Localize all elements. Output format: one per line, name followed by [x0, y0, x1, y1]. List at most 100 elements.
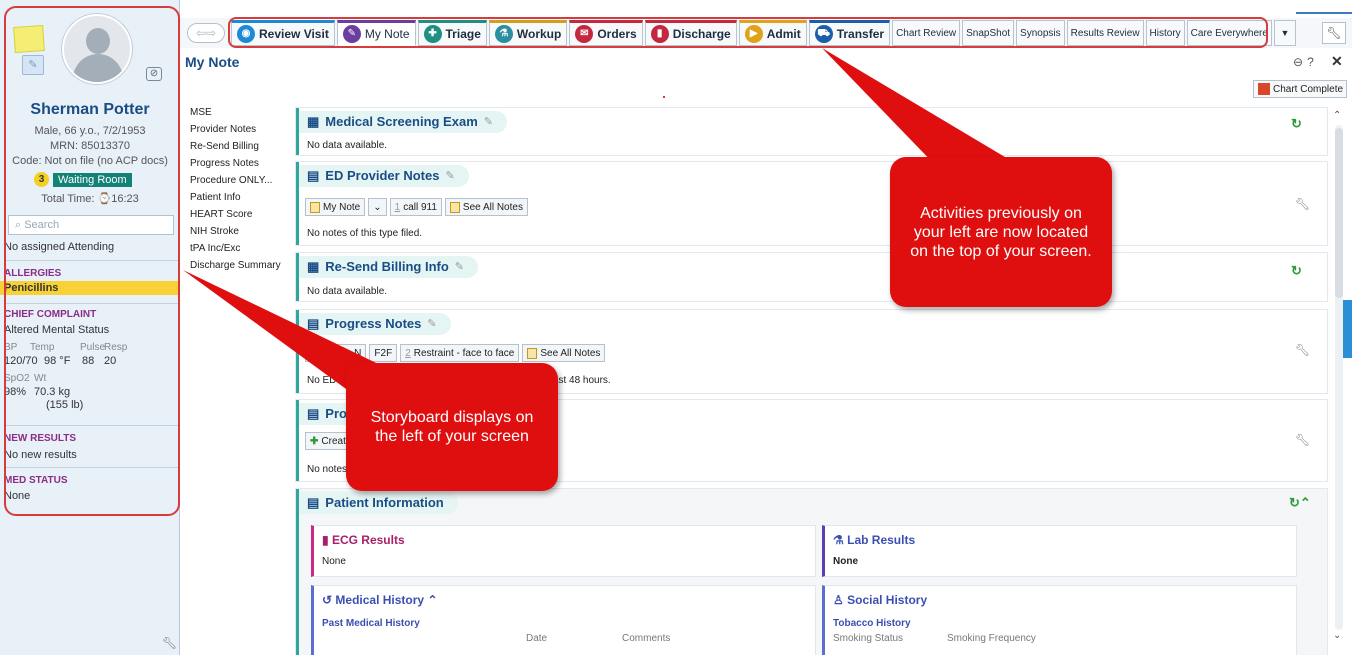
- pulse-value: 88: [82, 355, 95, 367]
- restraint-button[interactable]: 2 Restraint - face to face: [400, 344, 520, 362]
- side-panel-toggle[interactable]: [1343, 300, 1352, 358]
- section-header[interactable]: ▤ Patient Information: [299, 492, 458, 514]
- allergies-heading[interactable]: ALLERGIES: [4, 268, 61, 279]
- panel-header[interactable]: ⚗ Lab Results: [833, 533, 915, 547]
- nav-item-procedure-only[interactable]: Procedure ONLY...: [190, 172, 281, 189]
- ecg-icon: ▮: [322, 533, 329, 547]
- tab-review-visit[interactable]: ◉ Review Visit: [231, 20, 335, 46]
- nav-item-progress-notes[interactable]: Progress Notes: [190, 155, 281, 172]
- med-status-heading[interactable]: MED STATUS: [4, 475, 68, 486]
- wrench-icon[interactable]: 🔧︎: [1295, 197, 1310, 211]
- marker-dot: [663, 96, 665, 98]
- panel-header[interactable]: ♙ Social History: [833, 593, 927, 607]
- nav-item-mse[interactable]: MSE: [190, 104, 281, 121]
- ad-hoc-note-icon[interactable]: ✎: [22, 55, 44, 75]
- nav-item-resend-billing[interactable]: Re-Send Billing: [190, 138, 281, 155]
- edit-pencil-icon[interactable]: ✎: [427, 313, 436, 335]
- chart-complete-button[interactable]: Chart Complete: [1253, 80, 1347, 98]
- chief-complaint-heading[interactable]: CHIEF COMPLAINT: [4, 309, 96, 320]
- location-badge[interactable]: 3 Waiting Room: [34, 172, 132, 187]
- storyboard-search-input[interactable]: ⌕ Search: [8, 215, 174, 235]
- back-forward-arrows-icon[interactable]: ⇦⇨: [187, 23, 225, 43]
- code-status[interactable]: Code: Not on file (no ACP docs): [0, 155, 180, 167]
- call-911-button[interactable]: 1 call 911: [389, 198, 442, 216]
- nav-item-discharge-summary[interactable]: Discharge Summary: [190, 257, 281, 274]
- section-patient-information: ▤ Patient Information ↻⌃ ▮ ECG Results No…: [296, 489, 1327, 655]
- tab-results-review[interactable]: Results Review: [1066, 20, 1144, 46]
- edit-pencil-icon[interactable]: ✎: [484, 111, 493, 133]
- section-header[interactable]: ▦ Re-Send Billing Info ✎: [299, 256, 479, 278]
- panel-subtitle[interactable]: Past Medical History: [322, 618, 420, 629]
- section-header[interactable]: ▤ ED Provider Notes ✎: [299, 165, 469, 187]
- see-all-notes-button[interactable]: See All Notes: [522, 344, 606, 362]
- section-header[interactable]: ▦ Medical Screening Exam ✎: [299, 111, 507, 133]
- help-icon[interactable]: ?: [1307, 55, 1318, 69]
- tab-snapshot[interactable]: SnapShot: [962, 20, 1015, 46]
- close-icon[interactable]: ✕: [1331, 53, 1343, 70]
- chevron-down-icon[interactable]: ⌄: [1333, 630, 1341, 641]
- patient-name[interactable]: Sherman Potter: [0, 101, 180, 119]
- my-note-button[interactable]: My Note: [305, 198, 366, 216]
- col-smoking-frequency: Smoking Frequency: [947, 633, 1036, 644]
- chevron-up-icon[interactable]: ⌃: [1333, 110, 1341, 121]
- tab-transfer[interactable]: ⛟ Transfer: [808, 20, 891, 46]
- note-icon: ▤: [307, 168, 320, 183]
- edit-pencil-icon[interactable]: ✎: [455, 256, 464, 278]
- tab-discharge[interactable]: ▮ Discharge: [644, 20, 737, 46]
- nav-item-provider-notes[interactable]: Provider Notes: [190, 121, 281, 138]
- sticky-note-icon[interactable]: [13, 24, 45, 54]
- allergy-item[interactable]: Penicillins: [0, 281, 180, 295]
- see-all-notes-button[interactable]: See All Notes: [444, 198, 528, 216]
- tab-chart-review[interactable]: Chart Review: [892, 20, 961, 46]
- nav-item-heart-score[interactable]: HEART Score: [190, 206, 281, 223]
- flask-icon: ⚗: [833, 533, 844, 547]
- section-text: No data available.: [307, 286, 388, 297]
- edit-photo-icon[interactable]: ⊘: [146, 67, 162, 81]
- refresh-collapse-icon[interactable]: ↻⌃: [1289, 495, 1311, 511]
- tab-history[interactable]: History: [1145, 20, 1185, 46]
- transfer-icon: ⛟: [814, 25, 833, 43]
- edit-pencil-icon[interactable]: ✎: [445, 165, 454, 187]
- my-note-dropdown-button[interactable]: ⌄: [368, 198, 387, 216]
- scrollbar-thumb[interactable]: [1335, 128, 1343, 298]
- tab-synopsis[interactable]: Synopsis: [1016, 20, 1065, 46]
- panel-header[interactable]: ↺ Medical History ⌃: [322, 593, 438, 607]
- f2f-button[interactable]: F2F: [369, 344, 398, 362]
- new-results-heading[interactable]: NEW RESULTS: [4, 433, 76, 444]
- avatar[interactable]: [62, 14, 132, 84]
- tab-label: Admit: [766, 27, 801, 41]
- btn-label: Restraint - face to face: [413, 347, 515, 359]
- temp-label: Temp: [30, 342, 55, 353]
- nav-item-nih-stroke[interactable]: NIH Stroke: [190, 223, 281, 240]
- section-resend-billing: ▦ Re-Send Billing Info ✎ No data available…: [296, 253, 1327, 301]
- wrench-icon[interactable]: 🔧︎: [1295, 433, 1310, 447]
- chart-complete-label: Chart Complete: [1273, 83, 1344, 95]
- nav-item-patient-info[interactable]: Patient Info: [190, 189, 281, 206]
- refresh-icon[interactable]: ↻: [1291, 263, 1302, 279]
- attending[interactable]: No assigned Attending: [4, 241, 114, 253]
- panel-ecg-results: ▮ ECG Results None: [311, 525, 816, 577]
- note-icon: ▤: [307, 406, 320, 421]
- nav-item-tpa[interactable]: tPA Inc/Exc: [190, 240, 281, 257]
- wrench-icon[interactable]: 🔧︎: [1322, 22, 1346, 44]
- refresh-icon[interactable]: ↻: [1291, 116, 1302, 132]
- tab-admit[interactable]: ▶ Admit: [738, 20, 807, 46]
- wrench-icon[interactable]: 🔧︎: [1295, 343, 1310, 357]
- tab-care-everywhere[interactable]: Care Everywhere: [1186, 20, 1272, 46]
- create-note-button[interactable]: ✚ Create N: [305, 344, 367, 362]
- section-header[interactable]: ▤ Progress Notes ✎: [299, 313, 451, 335]
- panel-social-history: ♙ Social History Tobacco History Smoking…: [822, 585, 1297, 655]
- panel-header[interactable]: ▮ ECG Results: [322, 533, 405, 547]
- tab-orders[interactable]: ✉ Orders: [569, 20, 643, 46]
- collapse-icon[interactable]: ⌃: [427, 593, 437, 607]
- more-tabs-dropdown-icon[interactable]: ▼: [1273, 20, 1296, 46]
- tab-workup[interactable]: ⚗ Workup: [488, 20, 568, 46]
- workup-icon: ⚗: [494, 25, 513, 43]
- panel-subtitle[interactable]: Tobacco History: [833, 618, 911, 629]
- tab-triage[interactable]: ✚ Triage: [417, 20, 487, 46]
- storyboard-wrench-icon[interactable]: 🔧︎: [162, 636, 177, 650]
- more-options-icon[interactable]: ⊖: [1293, 55, 1307, 69]
- tab-my-note[interactable]: ✎ My Note: [336, 20, 416, 46]
- epic-window: { "storyboard": { "patient_name": "Sherm…: [0, 0, 1352, 655]
- grid-icon: ▦: [307, 114, 320, 129]
